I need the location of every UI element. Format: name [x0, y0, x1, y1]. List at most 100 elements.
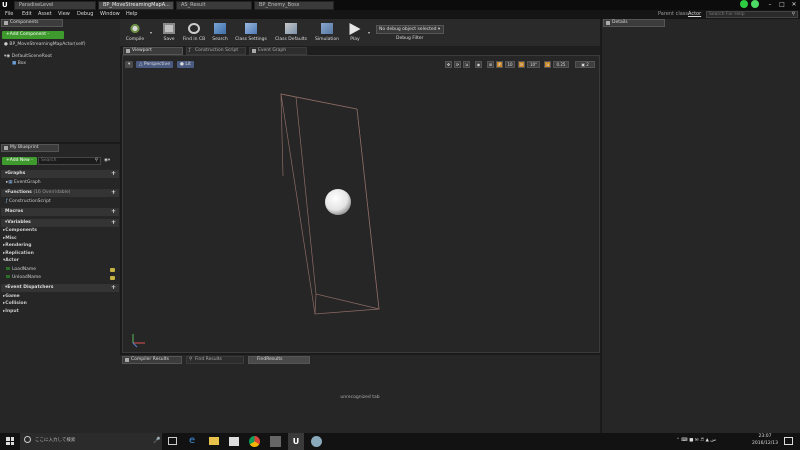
tab-components[interactable]: Components — [1, 19, 63, 27]
menu-file[interactable]: File — [5, 11, 13, 18]
doc-tab-1[interactable]: ParadiseLevel — [14, 1, 96, 10]
calculator-icon[interactable] — [270, 436, 281, 447]
play-options-chevron-icon[interactable]: ▾ — [368, 30, 370, 35]
menu-debug[interactable]: Debug — [77, 11, 93, 18]
store-icon[interactable] — [229, 437, 239, 446]
variable-label: UnloadName — [12, 275, 42, 280]
tab-find-results[interactable]: ⚲ Find Results — [186, 356, 244, 364]
parent-class-link[interactable]: Actor — [688, 11, 701, 18]
play-button[interactable]: Play — [344, 20, 366, 45]
class-settings-button[interactable]: Class Settings — [232, 20, 270, 45]
find-in-cb-icon — [188, 23, 200, 34]
blueprint-search-input[interactable]: Search ⚲ — [38, 157, 101, 165]
var-group-misc[interactable]: ▸Misc — [3, 236, 17, 242]
menu-asset[interactable]: Asset — [38, 11, 52, 18]
variable-unload-name[interactable]: UnloadName — [6, 275, 41, 281]
doc-tab-label: AS_Result — [181, 2, 206, 8]
menu-help[interactable]: Help — [126, 11, 137, 18]
compile-options-chevron-icon[interactable]: ▾ — [150, 30, 152, 35]
close-icon[interactable]: ✕ — [788, 0, 800, 9]
category-macros[interactable]: Macros + — [1, 208, 119, 216]
add-macro-icon[interactable]: + — [111, 209, 116, 215]
tray-icons[interactable]: ⌃ ⌨ ■ ✉ ♬ ▲ س — [676, 438, 716, 444]
add-function-icon[interactable]: + — [111, 190, 116, 196]
variable-load-name[interactable]: LoadName — [6, 267, 36, 273]
edge-browser-icon[interactable]: e — [189, 435, 195, 447]
tab-label: My Blueprint — [10, 145, 39, 150]
component-self[interactable]: ● BP_MoveStreamingMapActor(self) — [4, 42, 86, 48]
tab-event-graph[interactable]: Event Graph — [249, 47, 307, 55]
debug-selected-label: No debug object selected ▾ — [379, 27, 441, 32]
eye-icon[interactable] — [110, 268, 115, 272]
ed-group-game[interactable]: ▸Game — [3, 294, 20, 300]
chrome-icon[interactable] — [249, 436, 260, 447]
function-icon: ƒ — [6, 199, 8, 204]
task-view-icon[interactable] — [168, 437, 177, 445]
tab-viewport[interactable]: Viewport — [123, 47, 183, 55]
graph-label: EventGraph — [13, 180, 41, 185]
maximize-icon[interactable]: □ — [776, 0, 788, 9]
category-graphs[interactable]: ▾Graphs + — [1, 170, 119, 178]
ed-group-collision[interactable]: ▸Collision — [3, 301, 27, 307]
category-label: Graphs — [7, 171, 26, 176]
find-in-cb-button[interactable]: Find in CB — [180, 20, 208, 45]
category-event-dispatchers[interactable]: ▾Event Dispatchers + — [1, 284, 119, 292]
tab-construction-script[interactable]: ƒ Construction Script — [186, 47, 246, 55]
component-default-scene-root[interactable]: ▾◉ DefaultSceneRoot — [4, 54, 52, 60]
search-help-input[interactable]: Search For Help ⚲ — [706, 11, 798, 18]
microphone-icon[interactable]: 🎤 — [153, 437, 160, 444]
simulation-button[interactable]: Simulation — [312, 20, 342, 45]
taskbar-date[interactable]: 2016/12/13 — [749, 441, 781, 447]
viewport[interactable]: ▾ △ Perspective ● Lit ✥ ⟳ ⇲ ◉ ⊞ # 10 ⟳ 1… — [122, 55, 600, 353]
menu-window[interactable]: Window — [100, 11, 120, 18]
tab-details[interactable]: Details — [603, 19, 665, 27]
file-explorer-icon[interactable] — [209, 437, 219, 445]
unreal-engine-taskbar-icon[interactable]: U — [288, 433, 304, 450]
taskbar-search-input[interactable]: ここに入力して検索 🎤 — [20, 433, 162, 450]
title-bar: U ParadiseLevel BP_MoveStreamingMapA... … — [0, 0, 800, 10]
eye-icon[interactable] — [110, 276, 115, 280]
menu-view[interactable]: View — [58, 11, 70, 18]
minimize-icon[interactable]: – — [764, 0, 776, 9]
graph-event-graph[interactable]: ▸▦ EventGraph — [6, 180, 41, 186]
compile-button[interactable]: Compile — [122, 20, 148, 45]
var-group-replication[interactable]: ▸Replication — [3, 251, 34, 257]
category-variables[interactable]: ▾Variables + — [1, 219, 119, 227]
tab-find-results-2[interactable]: FindResults — [248, 356, 310, 364]
menu-edit[interactable]: Edit — [22, 11, 32, 18]
compile-icon — [129, 23, 141, 34]
save-button[interactable]: Save — [158, 20, 180, 45]
toolbar-label: Find in CB — [182, 37, 206, 42]
component-box[interactable]: ■ Box — [12, 61, 26, 67]
var-group-components[interactable]: ▸Components — [3, 228, 37, 234]
add-graph-icon[interactable]: + — [111, 171, 116, 177]
windows-start-icon[interactable] — [6, 437, 14, 445]
toolbar-label: Save — [163, 37, 175, 42]
add-dispatcher-icon[interactable]: + — [111, 285, 116, 291]
doc-tab-2[interactable]: BP_MoveStreamingMapA... — [98, 1, 174, 10]
tab-compiler-results[interactable]: Compiler Results — [122, 356, 182, 364]
add-variable-icon[interactable]: + — [111, 220, 116, 226]
sphere-mesh — [325, 189, 351, 215]
ed-group-input[interactable]: ▸Input — [3, 309, 19, 315]
notification-icon[interactable] — [784, 437, 793, 445]
category-functions[interactable]: ▾Functions (16 Overridable) + — [1, 189, 119, 197]
add-new-button[interactable]: +Add New - — [2, 157, 37, 165]
view-options-icon[interactable]: ◉▾ — [104, 158, 110, 164]
taskbar-time[interactable]: 23:07 — [752, 434, 778, 440]
tab-my-blueprint[interactable]: My Blueprint — [1, 144, 59, 152]
play-icon — [349, 23, 361, 35]
compiler-results-icon — [125, 358, 129, 362]
app-taskbar-icon[interactable] — [311, 436, 322, 447]
add-component-button[interactable]: +Add Component - — [2, 31, 64, 39]
debug-object-select[interactable]: No debug object selected ▾ — [376, 25, 444, 34]
class-defaults-button[interactable]: Class Defaults — [272, 20, 310, 45]
doc-tab-4[interactable]: BP_Enemy_Boss — [254, 1, 334, 10]
function-label: ConstructionScript — [9, 199, 51, 204]
class-defaults-icon — [285, 23, 297, 34]
var-group-actor[interactable]: ▾Actor — [3, 258, 19, 264]
function-construction-script[interactable]: ƒ ConstructionScript — [6, 199, 51, 205]
doc-tab-3[interactable]: AS_Result — [176, 1, 252, 10]
search-button[interactable]: Search — [208, 20, 232, 45]
var-group-rendering[interactable]: ▸Rendering — [3, 243, 31, 249]
